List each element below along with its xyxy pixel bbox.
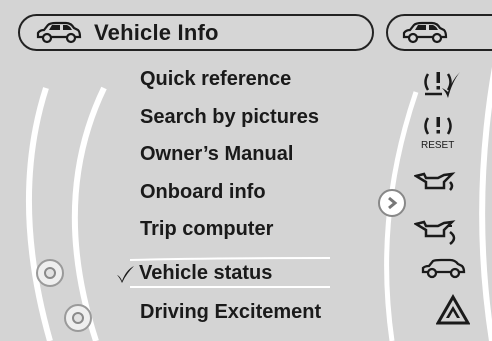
menu-item-onboard-info[interactable]: Onboard info	[140, 181, 266, 204]
menu-item-label: Vehicle status	[139, 262, 273, 284]
oil-can-icon[interactable]	[414, 168, 460, 194]
selection-knob	[36, 259, 64, 287]
menu-item-owners-manual[interactable]: Owner’s Manual	[140, 143, 293, 166]
car-side-icon[interactable]	[420, 258, 466, 280]
warning-check-icon[interactable]	[422, 66, 462, 100]
menu-item-trip-computer[interactable]: Trip computer	[140, 218, 273, 241]
vehicle-info-screen: Vehicle Info Quick reference Search by p…	[0, 0, 492, 341]
reset-label: RESET	[421, 140, 455, 151]
oil-level-icon[interactable]	[414, 216, 460, 246]
menu-item-driving-excitement[interactable]: Driving Excitement	[140, 301, 321, 324]
warning-reset-icon[interactable]	[422, 114, 458, 138]
secondary-knob	[64, 304, 92, 332]
hazard-triangle-icon[interactable]	[436, 294, 470, 326]
menu-item-quick-reference[interactable]: Quick reference	[140, 68, 291, 91]
checkmark-icon	[117, 265, 134, 283]
menu-item-vehicle-status[interactable]: Vehicle status	[114, 262, 272, 285]
chevron-right-icon	[388, 196, 398, 210]
menu-item-search-by-pictures[interactable]: Search by pictures	[140, 106, 319, 129]
expand-arrow-button[interactable]	[378, 189, 406, 217]
